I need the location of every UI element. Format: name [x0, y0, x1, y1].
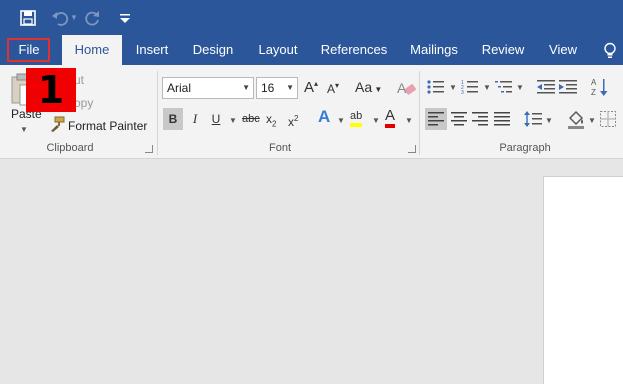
tab-mailings[interactable]: Mailings: [402, 35, 466, 65]
align-center-icon[interactable]: [451, 112, 467, 126]
increase-indent-icon[interactable]: [559, 79, 577, 95]
format-painter-button[interactable]: Format Painter: [68, 119, 147, 133]
underline-button[interactable]: U: [208, 108, 224, 130]
ribbon-home: Paste ▼ ut opy Format Painter Clipboard …: [0, 65, 623, 159]
clipboard-launcher-icon[interactable]: [145, 145, 153, 153]
tab-layout[interactable]: Layout: [250, 35, 306, 65]
text-effects-button[interactable]: A: [318, 107, 330, 127]
svg-text:A: A: [591, 78, 597, 87]
line-spacing-icon[interactable]: [524, 110, 542, 128]
tab-insert[interactable]: Insert: [128, 35, 176, 65]
italic-button[interactable]: I: [187, 108, 203, 130]
undo-icon[interactable]: [50, 8, 70, 28]
tab-references[interactable]: References: [316, 35, 392, 65]
undo-dropdown-icon[interactable]: ▼: [70, 13, 78, 22]
save-icon[interactable]: [18, 8, 38, 28]
multilevel-list-icon[interactable]: [495, 79, 513, 95]
borders-icon[interactable]: [600, 111, 616, 127]
shading-dropdown-icon[interactable]: ▼: [588, 116, 596, 125]
multilevel-dropdown-icon[interactable]: ▼: [516, 83, 524, 92]
document-page[interactable]: [543, 176, 623, 384]
subscript-button[interactable]: x2: [266, 108, 276, 135]
align-left-button[interactable]: [425, 108, 447, 130]
font-color-dropdown-icon[interactable]: ▼: [405, 116, 413, 125]
superscript-button[interactable]: x2: [288, 108, 298, 133]
font-size-combobox[interactable]: 16 ▼: [256, 77, 298, 99]
redo-icon[interactable]: [82, 8, 102, 28]
step-number-badge: 1: [26, 68, 76, 112]
bullets-dropdown-icon[interactable]: ▼: [449, 83, 457, 92]
shading-icon[interactable]: [566, 109, 586, 129]
align-left-icon: [428, 112, 444, 126]
lightbulb-icon[interactable]: [602, 42, 618, 60]
strikethrough-button[interactable]: abc: [242, 108, 260, 130]
decrease-indent-icon[interactable]: [537, 79, 555, 95]
highlight-button[interactable]: ab: [350, 109, 363, 127]
change-case-button[interactable]: Aa ▼: [355, 79, 382, 95]
highlight-dropdown-icon[interactable]: ▼: [372, 116, 380, 125]
justify-icon[interactable]: [494, 112, 510, 126]
file-tab-highlight-box: [7, 38, 50, 62]
bold-button[interactable]: B: [163, 108, 183, 130]
numbering-dropdown-icon[interactable]: ▼: [483, 83, 491, 92]
font-color-button[interactable]: A: [385, 107, 396, 128]
paste-dropdown-icon[interactable]: ▼: [20, 125, 28, 134]
ribbon-tabs: File Home Insert Design Layout Reference…: [0, 35, 623, 65]
tab-view[interactable]: View: [540, 35, 586, 65]
customize-qat-icon[interactable]: [115, 8, 135, 28]
paragraph-group-label: Paragraph: [499, 142, 551, 154]
group-divider: [157, 71, 158, 155]
svg-text:Z: Z: [591, 88, 596, 97]
text-effects-dropdown-icon[interactable]: ▼: [337, 116, 345, 125]
tab-home[interactable]: Home: [62, 35, 122, 65]
copy-button[interactable]: opy: [74, 96, 93, 110]
grow-font-button[interactable]: A▴: [304, 79, 318, 96]
line-spacing-dropdown-icon[interactable]: ▼: [545, 116, 553, 125]
underline-dropdown-icon[interactable]: ▼: [229, 116, 237, 125]
font-size-dropdown-icon[interactable]: ▼: [286, 78, 294, 98]
format-painter-icon[interactable]: [49, 116, 65, 132]
align-right-icon[interactable]: [472, 112, 488, 126]
sort-icon[interactable]: AZ: [591, 77, 609, 97]
quick-access-toolbar: ▼: [0, 0, 623, 35]
font-launcher-icon[interactable]: [408, 145, 416, 153]
font-name-combobox[interactable]: Arial ▼: [162, 77, 254, 99]
document-canvas: [0, 160, 623, 384]
svg-text:A: A: [397, 80, 407, 96]
font-name-dropdown-icon[interactable]: ▼: [242, 78, 250, 98]
font-group-label: Font: [268, 142, 291, 154]
shrink-font-button[interactable]: A▾: [327, 81, 339, 96]
font-name-value: Arial: [167, 81, 192, 95]
tab-review[interactable]: Review: [476, 35, 530, 65]
tab-design[interactable]: Design: [186, 35, 240, 65]
bullets-icon[interactable]: [427, 79, 445, 95]
group-divider: [419, 71, 420, 155]
clipboard-group-label: Clipboard: [46, 142, 94, 154]
clear-formatting-icon[interactable]: A: [396, 79, 416, 97]
font-size-value: 16: [261, 81, 275, 95]
numbering-icon[interactable]: 1 2 3: [461, 79, 479, 95]
svg-text:3: 3: [461, 90, 464, 95]
